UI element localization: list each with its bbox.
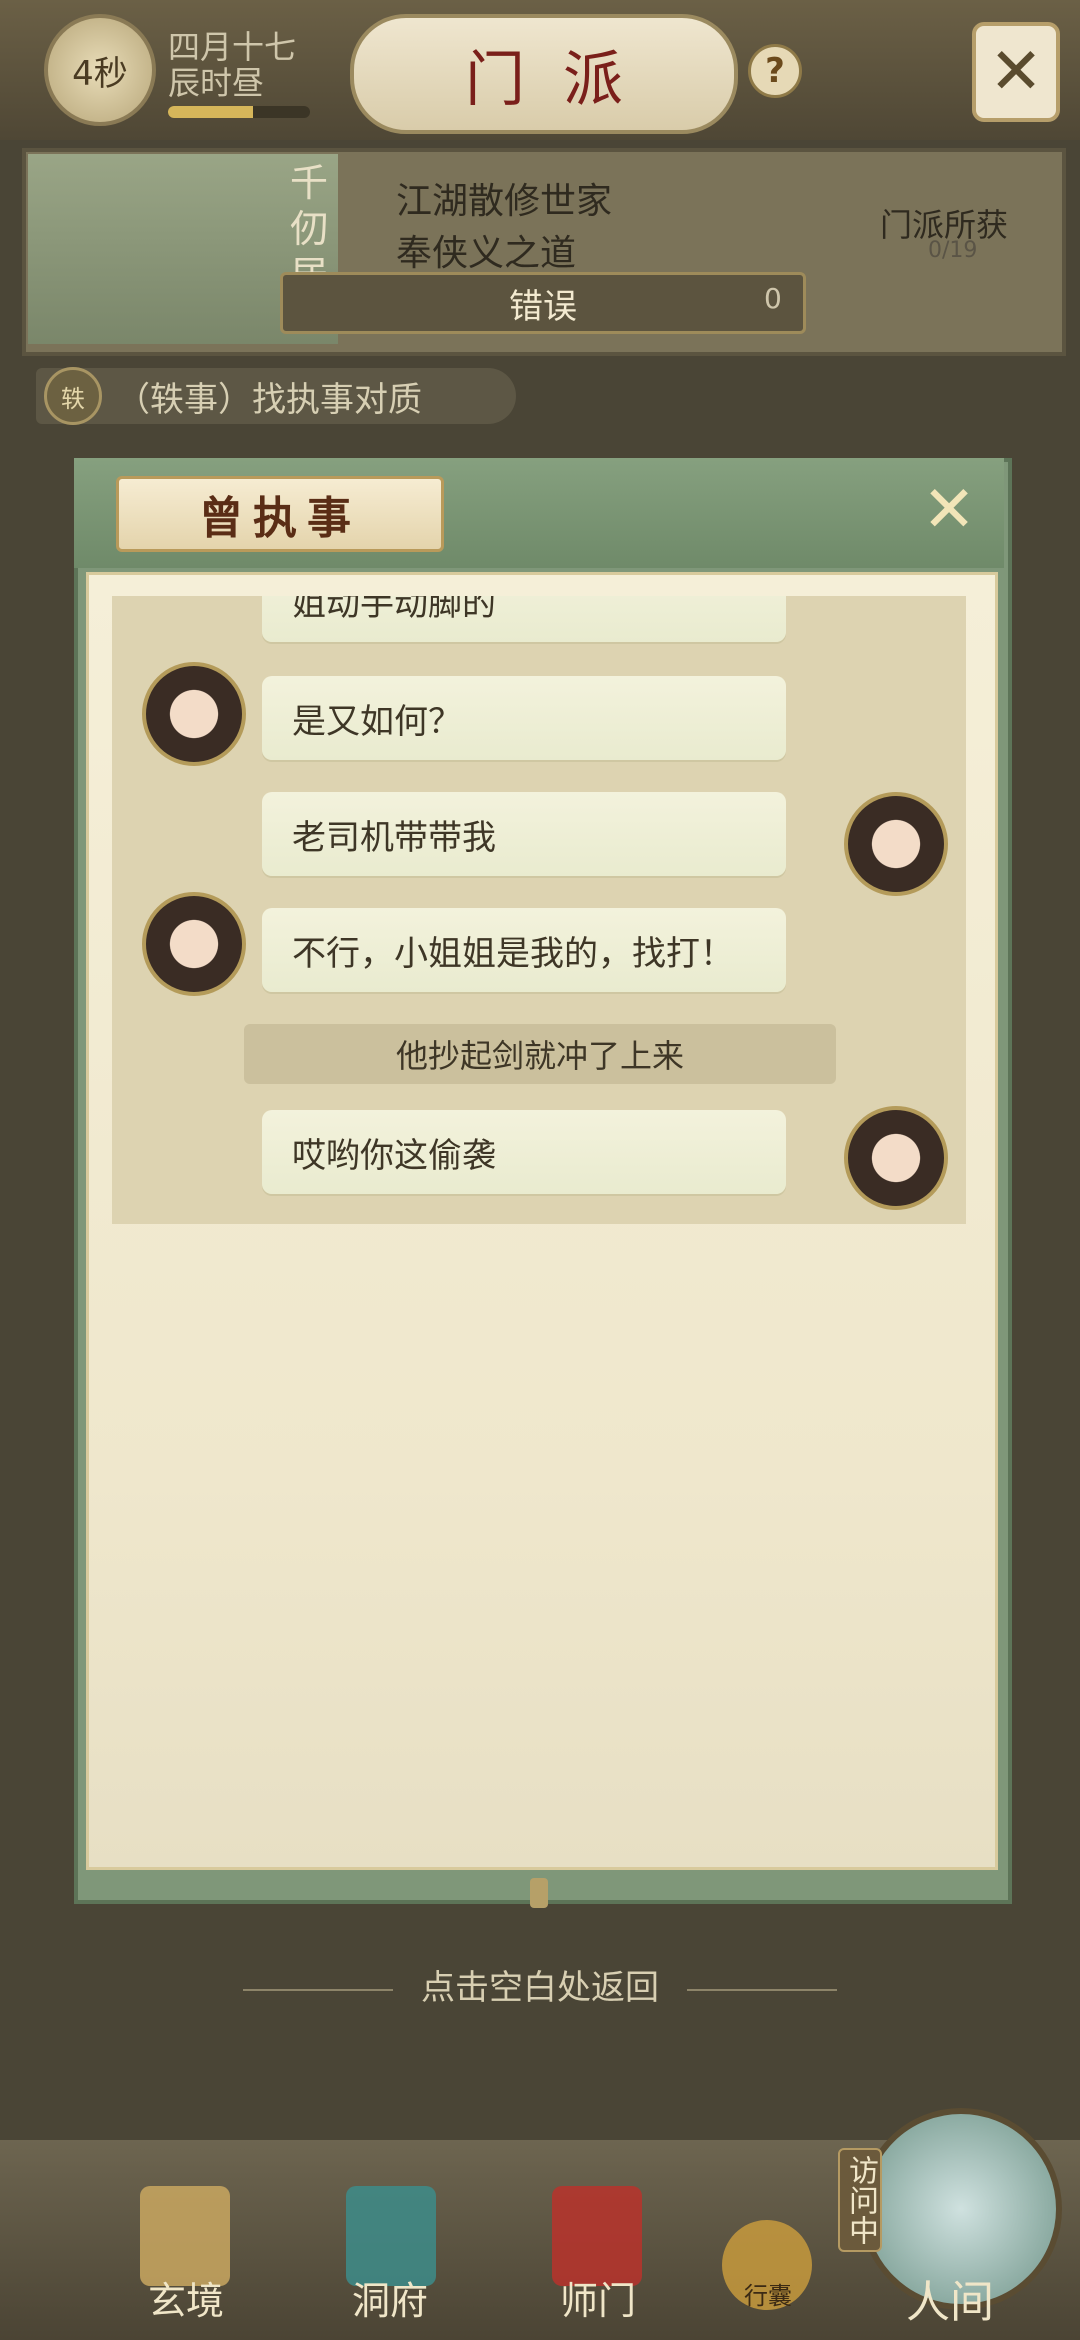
nav-sect[interactable]: 师门 [538, 2270, 658, 2325]
chat-bubble: 是又如何？ [262, 676, 786, 760]
sect-type: 江湖散修世家 [396, 181, 613, 222]
chat-bubble: 姐动手动脚的 [262, 596, 786, 642]
female-avatar [142, 892, 246, 996]
page-title: 门派 [465, 44, 661, 115]
visiting-badge: 访问中 [838, 2148, 882, 2252]
quest-tracker[interactable]: 轶 （轶事）找执事对质 [36, 367, 516, 425]
sect-doctrine: 奉侠义之道 [396, 233, 577, 274]
nav-bag[interactable]: 行囊 [708, 2276, 828, 2311]
scroll-handle [530, 1878, 548, 1908]
error-toast: 错误 [280, 272, 806, 334]
nav-world[interactable]: 人间 [890, 2266, 1010, 2330]
dialog-close-button[interactable]: ✕ [916, 478, 982, 544]
help-icon: ? [765, 51, 785, 91]
close-icon: ✕ [989, 35, 1043, 109]
error-text: 错误 [509, 286, 577, 327]
day-progress-bar [168, 106, 310, 118]
anecdote-icon: 轶 [44, 367, 102, 425]
female-avatar [142, 662, 246, 766]
chat-bubble: 老司机带带我 [262, 792, 786, 876]
speaker-nameplate: 曾执事 [116, 476, 444, 552]
coin-count: 0 [764, 282, 782, 315]
nav-cave[interactable]: 洞府 [330, 2270, 450, 2325]
tap-to-return-hint[interactable]: 点击空白处返回 [0, 1960, 1080, 2009]
chat-bubble: 不行，小姐姐是我的，找打！ [262, 908, 786, 992]
nav-realm[interactable]: 玄境 [126, 2270, 246, 2325]
male-avatar [844, 1106, 948, 1210]
close-page-button[interactable]: ✕ [972, 22, 1060, 122]
timer-text: 4秒 [72, 53, 128, 94]
close-icon: ✕ [922, 473, 976, 547]
speaker-name: 曾执事 [199, 493, 361, 544]
chat-bubble: 哎哟你这偷袭 [262, 1110, 786, 1194]
time-of-day: 辰时昼 [168, 64, 265, 102]
male-avatar [844, 792, 948, 896]
page-title-plate: 门派 [350, 14, 738, 134]
day-progress-fill [168, 106, 254, 118]
chat-log[interactable]: 姐动手动脚的 是又如何？ 老司机带带我 不行，小姐姐是我的，找打！ 他抄起剑就冲… [112, 596, 966, 1224]
quest-text: （轶事）找执事对质 [116, 379, 422, 420]
timer-badge: 4秒 [44, 14, 156, 126]
narration-text: 他抄起剑就冲了上来 [244, 1024, 836, 1084]
help-button[interactable]: ? [748, 44, 802, 98]
sect-gain-count: 0/19 [928, 238, 978, 263]
back-hint-text: 点击空白处返回 [421, 1968, 659, 2008]
